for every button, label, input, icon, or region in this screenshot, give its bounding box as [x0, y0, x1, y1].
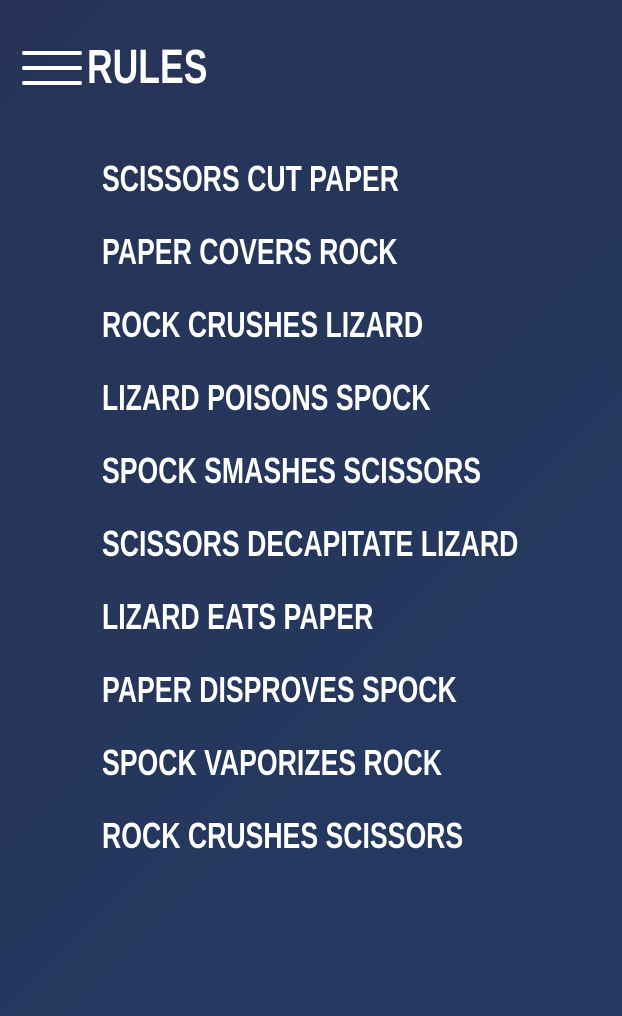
menu-bar-middle [22, 66, 82, 70]
menu-bar-bottom [22, 81, 82, 85]
rule-item: PAPER COVERS ROCK [102, 215, 622, 288]
rule-text: PAPER COVERS ROCK [102, 230, 398, 272]
rule-item: PAPER DISPROVES SPOCK [102, 653, 622, 726]
rule-text: LIZARD EATS PAPER [102, 595, 374, 637]
rule-item: SPOCK VAPORIZES ROCK [102, 726, 622, 799]
rule-item: SCISSORS DECAPITATE LIZARD [102, 507, 622, 580]
rules-list: SCISSORS CUT PAPER PAPER COVERS ROCK ROC… [102, 142, 622, 872]
rule-text: SCISSORS DECAPITATE LIZARD [102, 522, 519, 564]
rule-text: PAPER DISPROVES SPOCK [102, 668, 457, 710]
rule-item: SCISSORS CUT PAPER [102, 142, 622, 215]
rule-text: SPOCK SMASHES SCISSORS [102, 449, 481, 491]
header: RULES [22, 38, 250, 98]
rule-item: ROCK CRUSHES SCISSORS [102, 799, 622, 872]
rule-item: ROCK CRUSHES LIZARD [102, 288, 622, 361]
rule-item: LIZARD POISONS SPOCK [102, 361, 622, 434]
rule-text: LIZARD POISONS SPOCK [102, 376, 431, 418]
rule-item: SPOCK SMASHES SCISSORS [102, 434, 622, 507]
rule-text: SPOCK VAPORIZES ROCK [102, 741, 442, 783]
rule-text: ROCK CRUSHES SCISSORS [102, 814, 464, 856]
rule-text: ROCK CRUSHES LIZARD [102, 303, 424, 345]
page-title: RULES [87, 41, 208, 94]
rule-text: SCISSORS CUT PAPER [102, 157, 400, 199]
rule-item: LIZARD EATS PAPER [102, 580, 622, 653]
hamburger-menu-icon[interactable] [22, 46, 82, 90]
menu-bar-top [22, 51, 82, 55]
